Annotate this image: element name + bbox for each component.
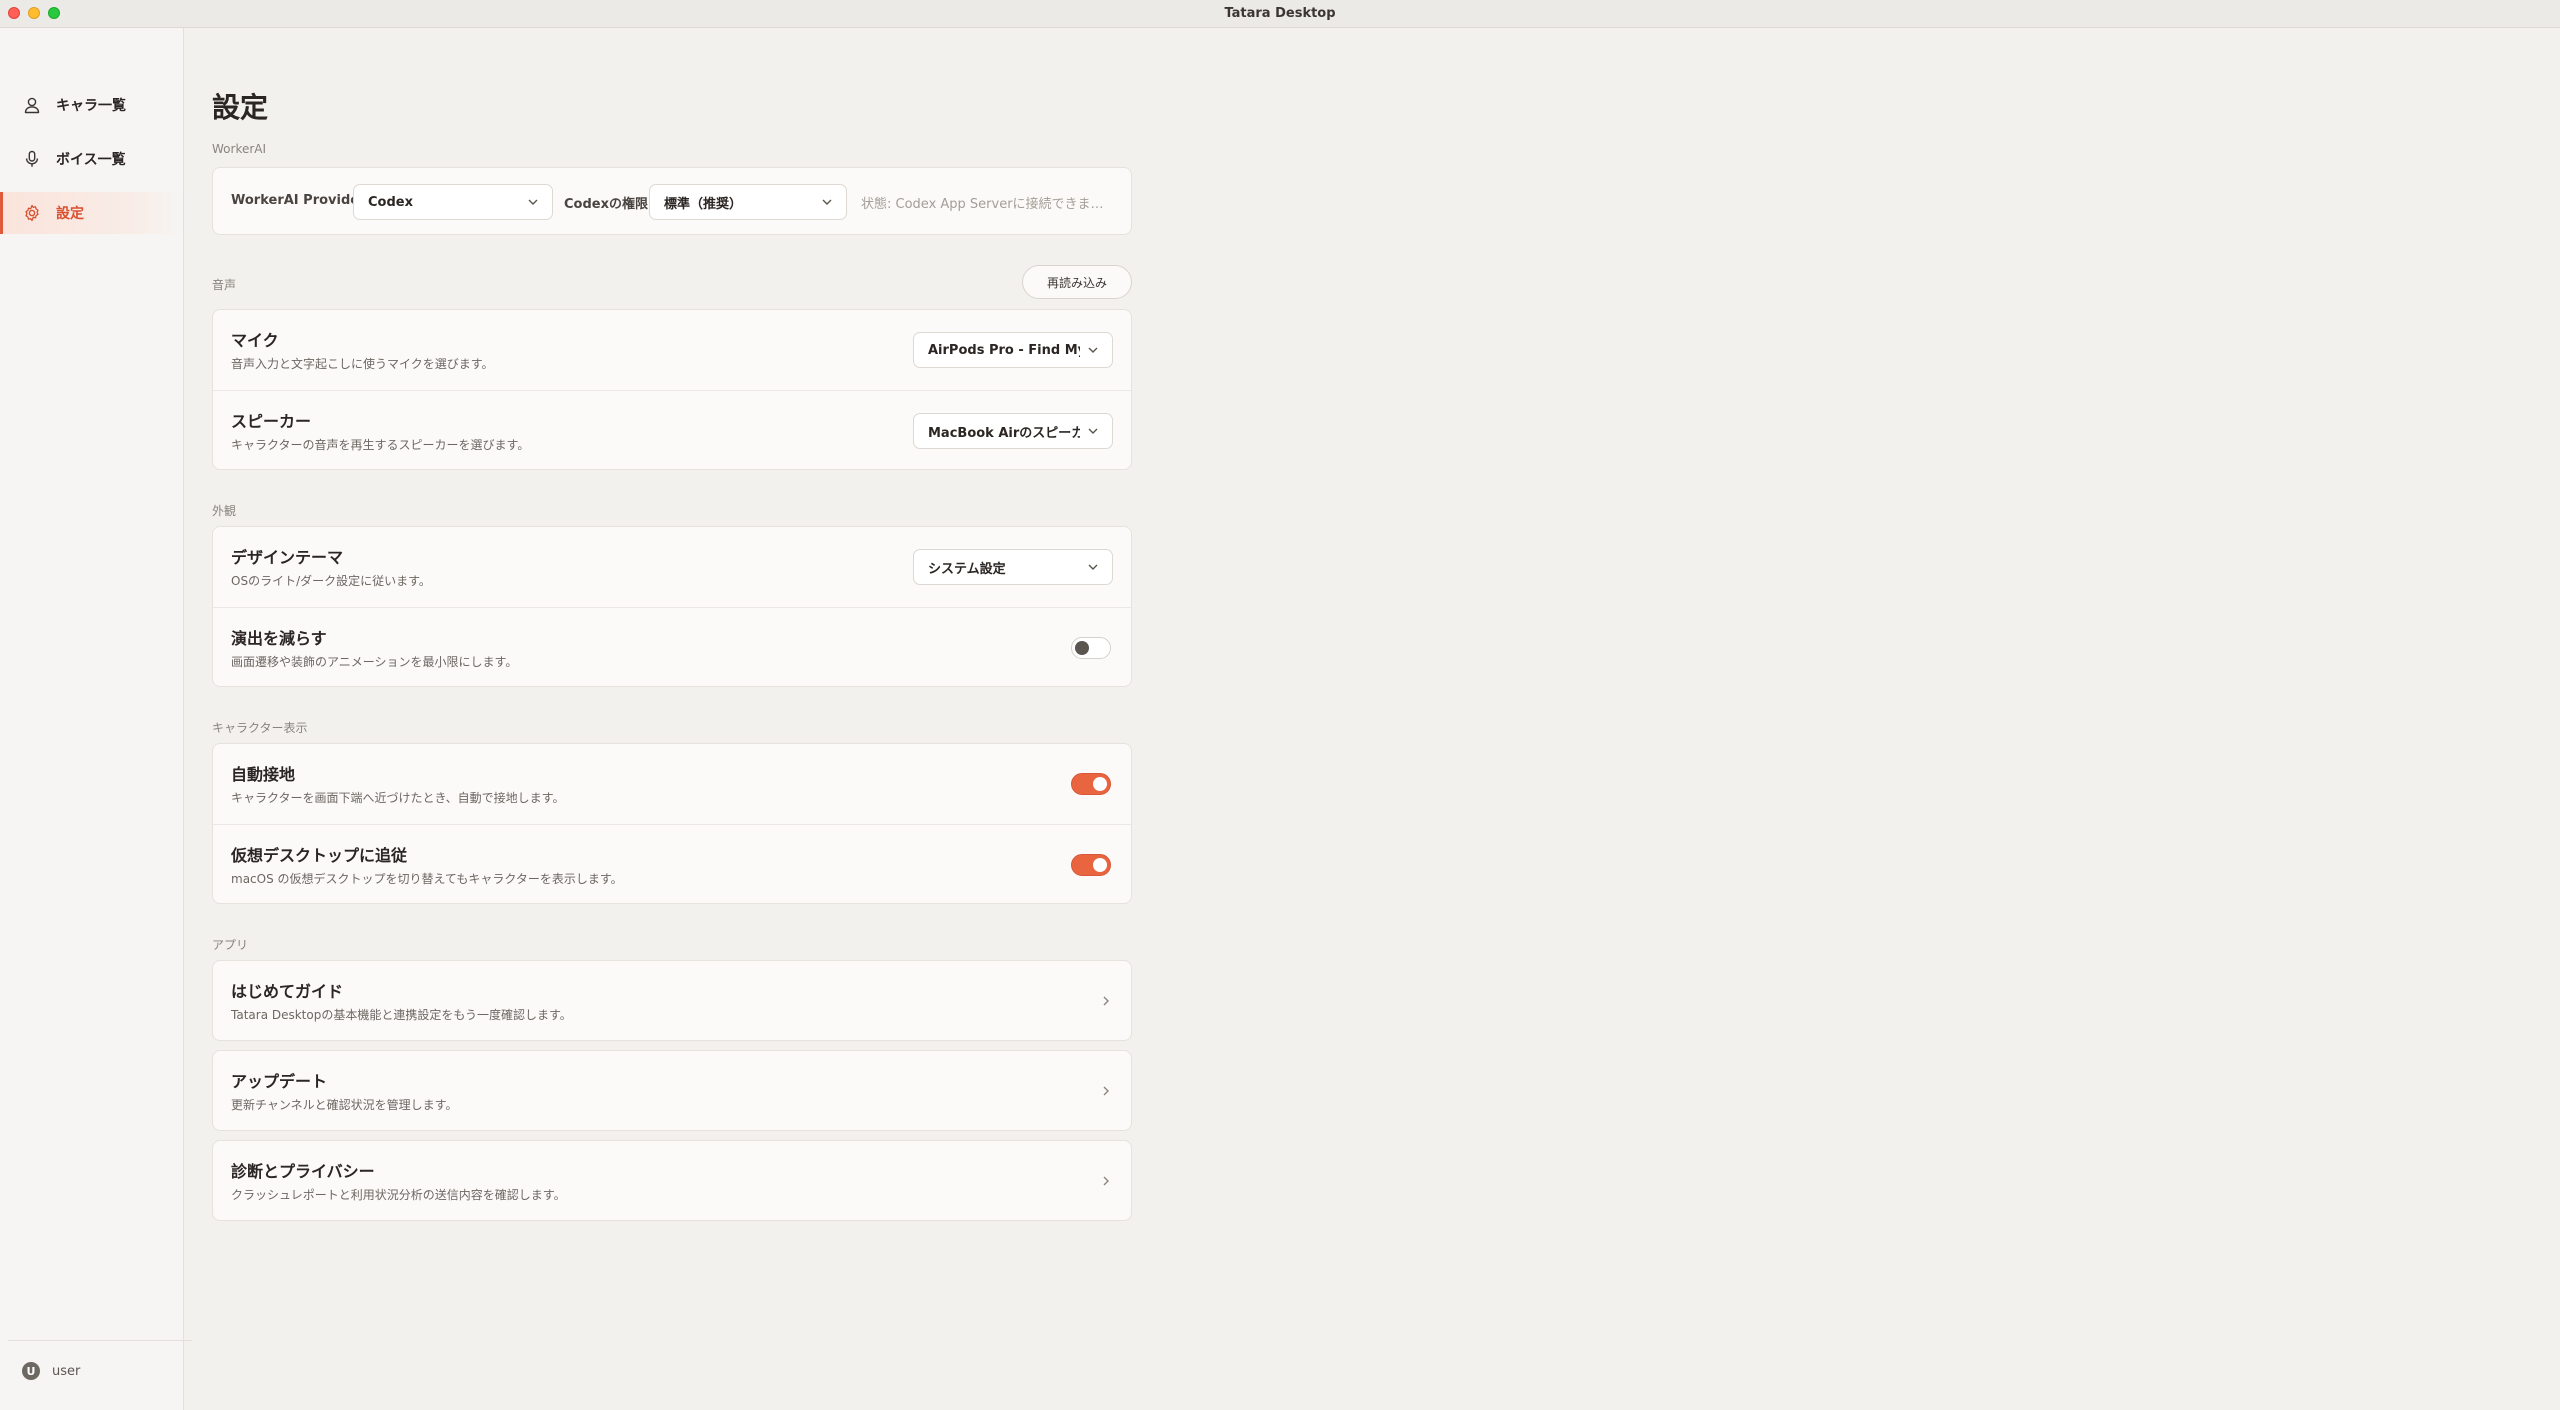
window-titlebar: Tatara Desktop (0, 0, 2560, 28)
permission-select-value: 標準（推奨） (664, 196, 743, 212)
chevron-right-icon (1103, 1176, 1109, 1186)
character-display-card: 自動接地 キャラクターを画面下端へ近づけたとき、自動で接地します。 仮想デスクト… (212, 743, 1132, 904)
speaker-title: スピーカー (231, 412, 312, 431)
permission-label: Codexの権限 (564, 197, 648, 212)
speaker-select[interactable]: MacBook Airのスピーカ… (913, 413, 1113, 449)
reduce-motion-desc: 画面遷移や装飾のアニメーションを最小限にします。 (231, 655, 518, 669)
main-content: 設定 WorkerAI WorkerAI Provider Codex Code… (185, 28, 2560, 1410)
chevron-down-icon (822, 199, 832, 205)
theme-row: デザインテーマ OSのライト/ダーク設定に従います。 システム設定 (213, 527, 1131, 607)
guide-desc: Tatara Desktopの基本機能と連携設定をもう一度確認します。 (231, 1008, 572, 1022)
app-item-diagnostics[interactable]: 診断とプライバシー クラッシュレポートと利用状況分析の送信内容を確認します。 (212, 1140, 1132, 1221)
toggle-knob (1093, 858, 1107, 872)
app-item-guide[interactable]: はじめてガイド Tatara Desktopの基本機能と連携設定をもう一度確認し… (212, 960, 1132, 1041)
auto-ground-toggle[interactable] (1071, 773, 1111, 795)
follow-desktop-title: 仮想デスクトップに追従 (231, 846, 408, 865)
chevron-down-icon (528, 199, 538, 205)
theme-desc: OSのライト/ダーク設定に従います。 (231, 574, 431, 588)
sidebar-item-settings[interactable]: 設定 (0, 192, 184, 234)
microphone-icon (22, 149, 42, 169)
chevron-down-icon (1088, 347, 1098, 353)
section-label-app: アプリ (212, 938, 249, 952)
sidebar-item-label: ボイス一覧 (56, 152, 126, 168)
speaker-select-value: MacBook Airのスピーカ… (928, 425, 1080, 441)
mic-select-value: AirPods Pro - Find My (928, 342, 1080, 358)
reload-button[interactable]: 再読み込み (1022, 265, 1132, 299)
auto-ground-row: 自動接地 キャラクターを画面下端へ近づけたとき、自動で接地します。 (213, 744, 1131, 824)
sidebar-item-voices[interactable]: ボイス一覧 (0, 138, 184, 180)
toggle-knob (1093, 777, 1107, 791)
sidebar-item-label: 設定 (56, 206, 84, 222)
speaker-row: スピーカー キャラクターの音声を再生するスピーカーを選びます。 MacBook … (213, 391, 1131, 471)
mic-select[interactable]: AirPods Pro - Find My (913, 332, 1113, 368)
user-account[interactable]: U user (22, 1362, 80, 1380)
theme-select-value: システム設定 (928, 561, 1006, 577)
sidebar-item-label: キャラ一覧 (56, 98, 126, 114)
reduce-motion-toggle[interactable] (1071, 637, 1111, 659)
update-desc: 更新チャンネルと確認状況を管理します。 (231, 1098, 458, 1112)
person-icon (22, 95, 42, 115)
reduce-motion-row: 演出を減らす 画面遷移や装飾のアニメーションを最小限にします。 (213, 608, 1131, 688)
appearance-card: デザインテーマ OSのライト/ダーク設定に従います。 システム設定 演出を減らす… (212, 526, 1132, 687)
mic-desc: 音声入力と文字起こしに使うマイクを選びます。 (231, 357, 494, 371)
page-title: 設定 (212, 91, 269, 124)
chevron-right-icon (1103, 996, 1109, 1006)
update-title: アップデート (231, 1072, 328, 1091)
gear-icon (22, 203, 42, 223)
permission-select[interactable]: 標準（推奨） (649, 184, 847, 220)
diagnostics-desc: クラッシュレポートと利用状況分析の送信内容を確認します。 (231, 1188, 566, 1202)
reduce-motion-title: 演出を減らす (231, 629, 327, 648)
section-label-appearance: 外観 (212, 504, 237, 518)
toggle-knob (1075, 641, 1089, 655)
guide-title: はじめてガイド (231, 982, 344, 1001)
mic-row: マイク 音声入力と文字起こしに使うマイクを選びます。 AirPods Pro -… (213, 310, 1131, 390)
audio-card: マイク 音声入力と文字起こしに使うマイクを選びます。 AirPods Pro -… (212, 309, 1132, 470)
chevron-down-icon (1088, 428, 1098, 434)
user-name: user (52, 1363, 81, 1379)
sidebar-item-characters[interactable]: キャラ一覧 (0, 84, 184, 126)
chevron-right-icon (1103, 1086, 1109, 1096)
follow-desktop-toggle[interactable] (1071, 854, 1111, 876)
provider-select-value: Codex (368, 194, 413, 210)
section-label-character-display: キャラクター表示 (212, 721, 308, 735)
workerai-card: WorkerAI Provider Codex Codexの権限 標準（推奨） … (212, 167, 1132, 235)
auto-ground-title: 自動接地 (231, 765, 296, 784)
sidebar: キャラ一覧 ボイス一覧 設定 U user (0, 28, 192, 1410)
theme-title: デザインテーマ (231, 548, 344, 567)
section-label-workerai: WorkerAI (212, 142, 267, 156)
connection-status: 状態: Codex App Serverに接続できま… (861, 197, 1104, 212)
mic-title: マイク (231, 331, 279, 350)
provider-select[interactable]: Codex (353, 184, 553, 220)
theme-select[interactable]: システム設定 (913, 549, 1113, 585)
chevron-down-icon (1088, 564, 1098, 570)
auto-ground-desc: キャラクターを画面下端へ近づけたとき、自動で接地します。 (231, 791, 565, 805)
follow-desktop-row: 仮想デスクトップに追従 macOS の仮想デスクトップを切り替えてもキャラクター… (213, 825, 1131, 905)
app-item-update[interactable]: アップデート 更新チャンネルと確認状況を管理します。 (212, 1050, 1132, 1131)
follow-desktop-desc: macOS の仮想デスクトップを切り替えてもキャラクターを表示します。 (231, 872, 623, 886)
section-label-audio: 音声 (212, 278, 237, 292)
provider-label: WorkerAI Provider (231, 193, 366, 208)
speaker-desc: キャラクターの音声を再生するスピーカーを選びます。 (231, 438, 530, 452)
window-title: Tatara Desktop (1224, 6, 1336, 21)
diagnostics-title: 診断とプライバシー (231, 1162, 375, 1181)
avatar: U (22, 1362, 40, 1380)
